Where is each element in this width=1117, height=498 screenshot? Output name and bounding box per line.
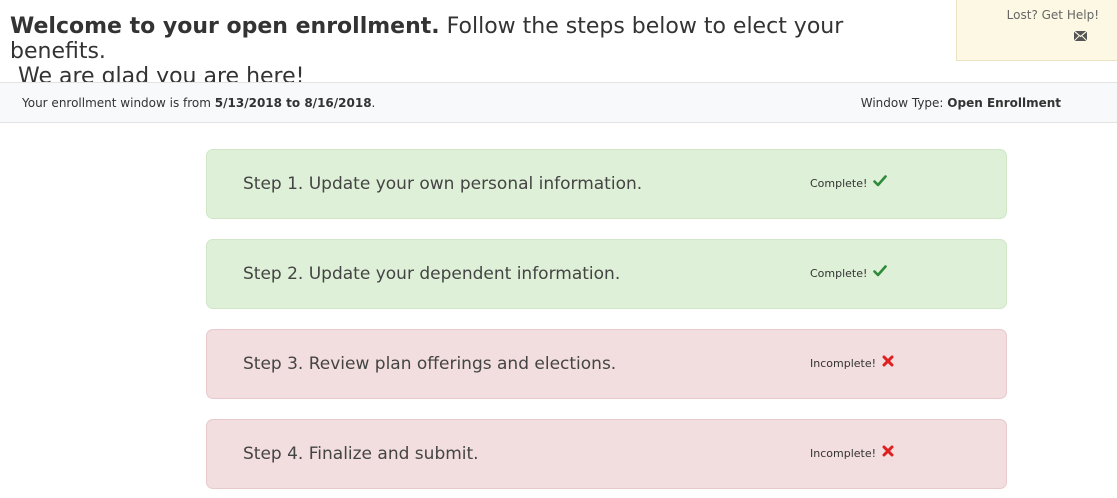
step-1-personal-info[interactable]: Step 1. Update your own personal informa…: [206, 149, 1007, 219]
step-status: Complete!: [810, 174, 888, 191]
envelope-icon[interactable]: [1073, 26, 1088, 45]
status-text: Incomplete!: [810, 447, 877, 460]
step-3-plan-offerings[interactable]: Step 3. Review plan offerings and electi…: [206, 329, 1007, 399]
step-status: Complete!: [810, 264, 888, 281]
get-help-link[interactable]: Lost? Get Help!: [957, 8, 1099, 22]
window-dates: 5/13/2018 to 8/16/2018: [214, 96, 372, 110]
status-text: Complete!: [810, 177, 868, 190]
checkmark-icon: [873, 264, 888, 281]
step-2-dependent-info[interactable]: Step 2. Update your dependent informatio…: [206, 239, 1007, 309]
step-label: Step 3. Review plan offerings and electi…: [243, 354, 617, 374]
checkmark-icon: [873, 174, 888, 191]
step-label: Step 1. Update your own personal informa…: [243, 174, 643, 194]
help-box: Lost? Get Help!: [956, 0, 1117, 61]
welcome-title: Welcome to your open enrollment.: [10, 14, 440, 39]
status-text: Complete!: [810, 267, 868, 280]
window-prefix: Your enrollment window is from: [22, 96, 215, 110]
enrollment-page: Welcome to your open enrollment. Follow …: [0, 0, 1117, 498]
step-status: Incomplete!: [810, 445, 894, 461]
enrollment-steps: Step 1. Update your own personal informa…: [206, 149, 1007, 498]
enrollment-window-bar: Your enrollment window is from 5/13/2018…: [0, 82, 1117, 123]
step-label: Step 2. Update your dependent informatio…: [243, 264, 621, 284]
step-label: Step 4. Finalize and submit.: [243, 444, 479, 464]
x-mark-icon: [882, 445, 894, 461]
window-suffix: .: [371, 96, 376, 110]
window-type: Window Type: Open Enrollment: [861, 96, 1061, 110]
page-header: Welcome to your open enrollment. Follow …: [0, 0, 1117, 89]
window-type-value: Open Enrollment: [947, 96, 1061, 110]
step-4-finalize-submit[interactable]: Step 4. Finalize and submit. Incomplete!: [206, 419, 1007, 489]
welcome-heading: Welcome to your open enrollment. Follow …: [10, 14, 940, 89]
x-mark-icon: [882, 355, 894, 371]
step-status: Incomplete!: [810, 355, 894, 371]
window-type-label: Window Type:: [860, 96, 948, 110]
status-text: Incomplete!: [810, 357, 877, 370]
enrollment-window-dates: Your enrollment window is from 5/13/2018…: [22, 96, 375, 110]
